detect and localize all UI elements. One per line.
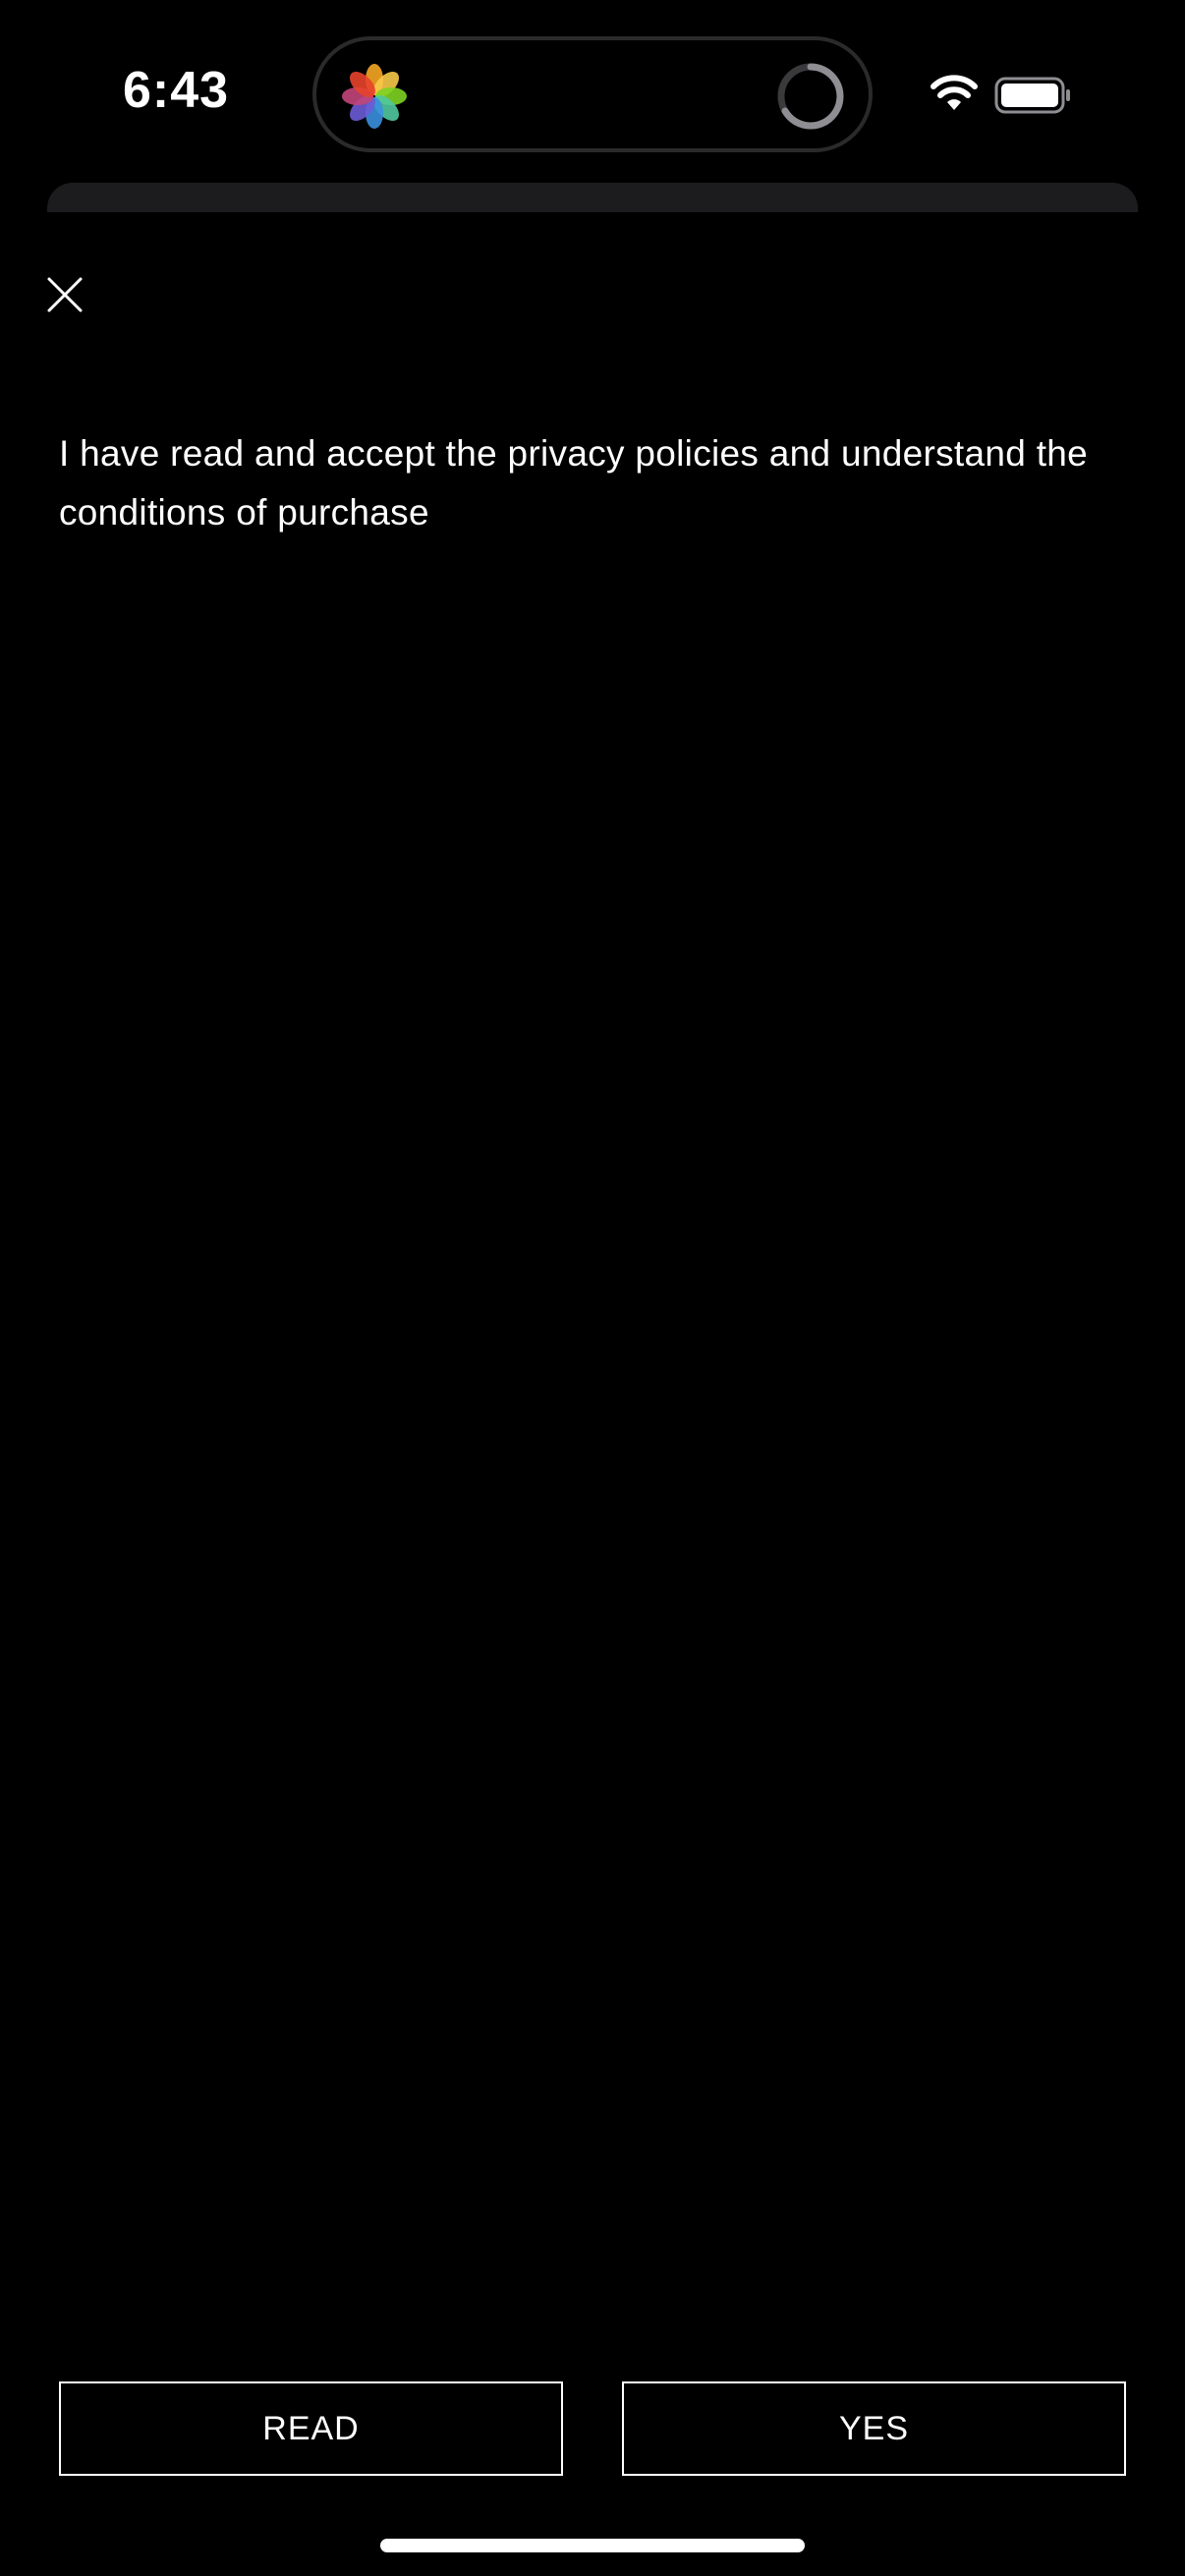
dynamic-island bbox=[312, 36, 873, 152]
activity-spinner-icon bbox=[777, 63, 844, 130]
status-time: 6:43 bbox=[123, 62, 230, 119]
wifi-icon bbox=[931, 75, 978, 110]
home-indicator[interactable] bbox=[380, 2539, 805, 2552]
battery-icon bbox=[994, 77, 1070, 114]
read-button[interactable]: READ bbox=[59, 2381, 563, 2476]
close-icon[interactable] bbox=[37, 267, 92, 322]
sheet-mask bbox=[0, 212, 1185, 242]
photos-icon bbox=[342, 64, 407, 129]
yes-button[interactable]: YES bbox=[622, 2381, 1126, 2476]
consent-message: I have read and accept the privacy polic… bbox=[59, 433, 1089, 532]
